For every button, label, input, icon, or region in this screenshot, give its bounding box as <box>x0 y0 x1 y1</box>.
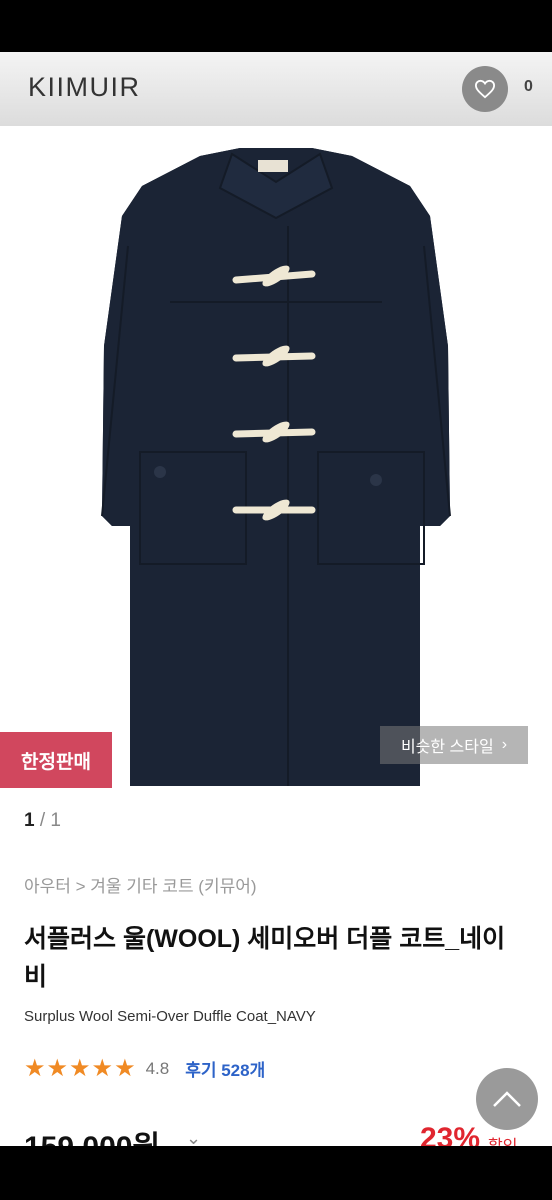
pager-total: 1 <box>50 810 61 831</box>
star-icon: ★ <box>114 1054 136 1082</box>
similar-style-button[interactable]: 비슷한 스타일 › <box>380 726 528 764</box>
discount-label: 할인 <box>488 1132 517 1146</box>
price: 159,000원 <box>24 1122 160 1146</box>
star-icon: ★ <box>24 1054 46 1082</box>
chevron-down-icon[interactable]: ⌄ <box>186 1128 201 1146</box>
top-header: KIIMUIR 0 <box>0 52 552 126</box>
coat-image <box>101 148 451 786</box>
rating-value: 4.8 <box>145 1058 170 1078</box>
rating-row: ★ ★ ★ ★ ★ 4.8 후기 528개 <box>24 1056 265 1081</box>
wishlist-count: 0 <box>524 78 533 95</box>
heart-icon <box>474 79 496 99</box>
limited-sale-badge: 한정판매 <box>0 732 112 788</box>
product-subtitle: Surplus Wool Semi-Over Duffle Coat_NAVY <box>24 1008 316 1025</box>
review-link[interactable]: 후기 528개 <box>185 1056 265 1081</box>
scroll-top-button[interactable] <box>476 1068 538 1130</box>
pager-separator: / <box>39 810 46 831</box>
breadcrumb[interactable]: 아우터 > 겨울 기타 코트 (키뮤어) <box>24 872 257 897</box>
rating-stars: ★ ★ ★ ★ ★ <box>24 1054 136 1082</box>
app-screen: KIIMUIR 0 한정판매 비슷한 스타일 › 1 / 1 아우터 > 겨울 … <box>0 52 552 1146</box>
brand-logo[interactable]: KIIMUIR <box>28 72 141 103</box>
product-title: 서플러스 울(WOOL) 세미오버 더플 코트_네이비 <box>24 925 506 991</box>
pager-current: 1 <box>24 810 35 831</box>
product-image[interactable] <box>0 126 552 792</box>
discount-rate: 23% <box>420 1122 481 1146</box>
wishlist-button[interactable] <box>462 66 508 112</box>
chevron-right-icon: › <box>501 736 508 753</box>
image-pager: 1 / 1 <box>24 810 61 832</box>
similar-style-label: 비슷한 스타일 <box>400 739 494 756</box>
chevron-up-icon <box>493 1091 521 1107</box>
star-icon: ★ <box>91 1054 114 1082</box>
star-icon: ★ <box>69 1054 91 1082</box>
star-icon: ★ <box>46 1054 69 1082</box>
